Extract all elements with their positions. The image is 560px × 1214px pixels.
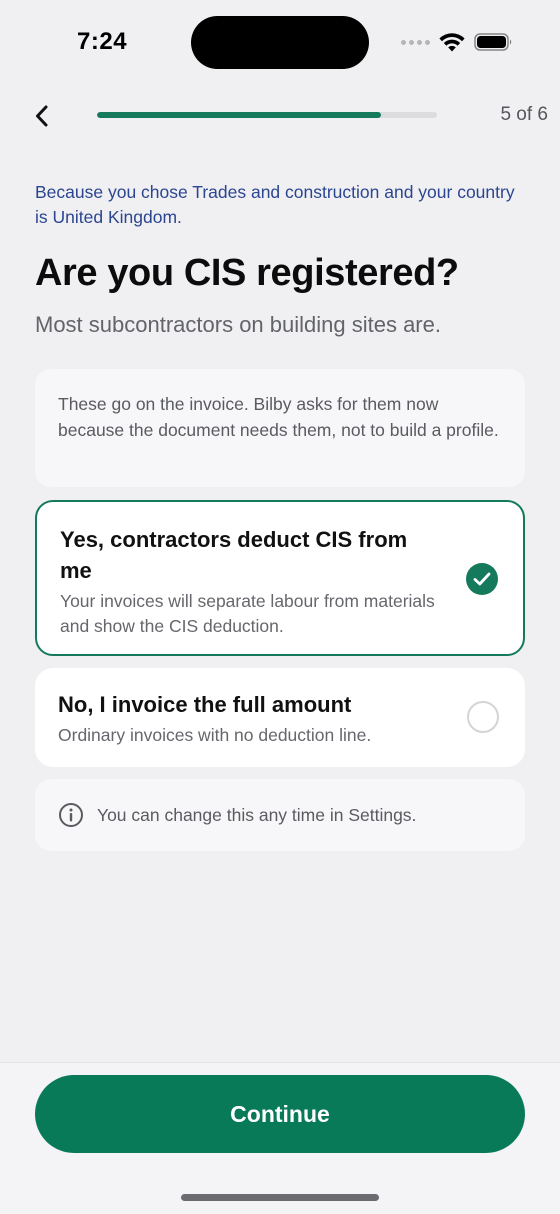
option-title: No, I invoice the full amount <box>58 692 352 717</box>
option-yes-cis-deducted[interactable]: Yes, contractors deduct CIS from me Your… <box>35 500 525 656</box>
info-text: You can change this any time in Settings… <box>97 804 417 825</box>
back-button[interactable] <box>28 100 56 132</box>
battery-icon <box>474 33 512 51</box>
option-no-full-amount[interactable]: No, I invoice the full amount Ordinary i… <box>35 668 525 767</box>
onboarding-progress-bar <box>97 112 437 118</box>
wifi-icon <box>439 33 465 52</box>
step-indicator: 5 of 6 <box>500 104 548 125</box>
chevron-left-icon <box>36 105 48 127</box>
progress-fill <box>97 112 381 118</box>
page-title: Are you CIS registered? <box>35 252 459 294</box>
home-indicator <box>181 1194 379 1201</box>
status-bar: 7:24 <box>0 0 560 80</box>
option-title: Yes, contractors deduct CIS from me <box>60 527 408 583</box>
info-icon <box>59 803 83 827</box>
option-description: Ordinary invoices with no deduction line… <box>58 725 372 745</box>
option-description: Your invoices will separate labour from … <box>60 591 435 636</box>
cellular-signal-icon <box>401 40 430 45</box>
settings-info-note: You can change this any time in Settings… <box>35 779 525 851</box>
dynamic-island <box>191 16 369 69</box>
checkmark-icon <box>466 563 498 595</box>
context-explanation: Because you chose Trades and constructio… <box>35 182 515 227</box>
explanation-note: These go on the invoice. Bilby asks for … <box>35 369 525 487</box>
continue-button[interactable]: Continue <box>35 1075 525 1153</box>
radio-unselected-icon <box>467 701 499 733</box>
status-time: 7:24 <box>77 28 128 55</box>
page-subtitle: Most subcontractors on building sites ar… <box>35 312 441 337</box>
